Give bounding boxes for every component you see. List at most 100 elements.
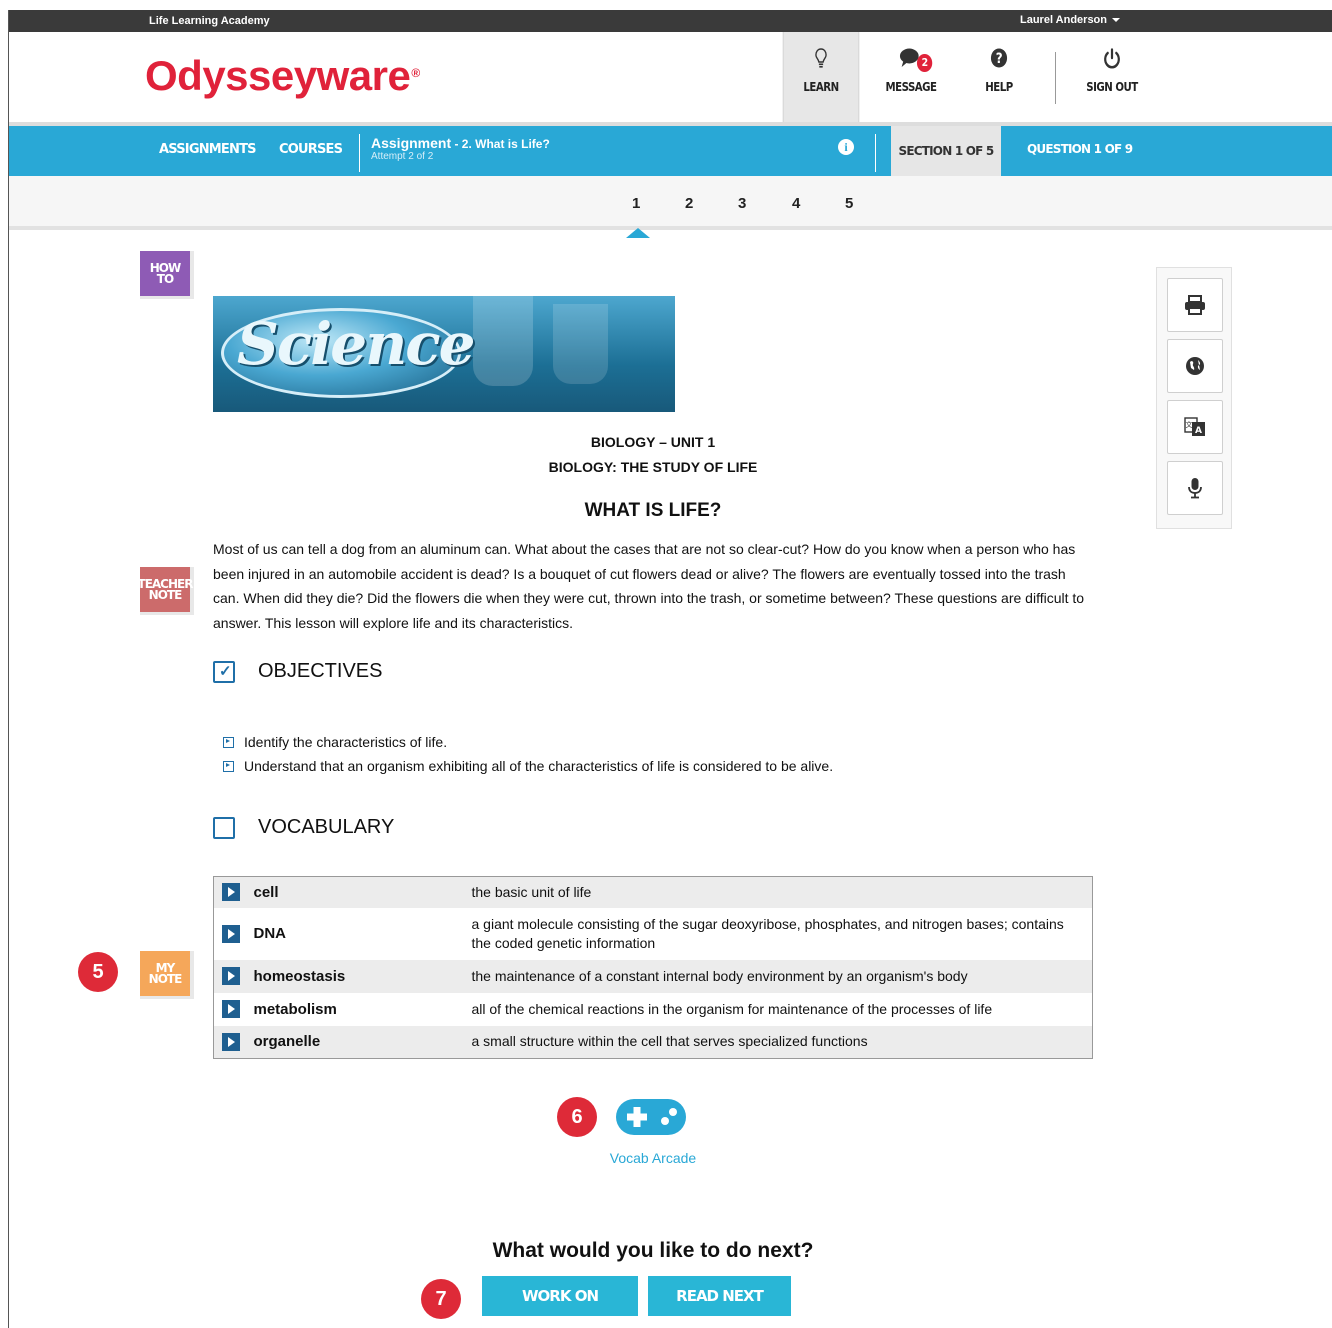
intro-paragraph: Most of us can tell a dog from an alumin… xyxy=(213,541,1085,631)
unit-subtitle: BIOLOGY: THE STUDY OF LIFE xyxy=(548,459,758,475)
vocab-term: metabolism xyxy=(253,992,472,1026)
vocab-definition: a small structure within the cell that s… xyxy=(471,1025,1093,1059)
play-audio-icon[interactable] xyxy=(222,1000,240,1019)
arrow-box-icon xyxy=(223,760,234,772)
section-pager: 1 2 3 4 5 xyxy=(9,176,1332,238)
play-audio-icon[interactable] xyxy=(222,883,240,902)
user-name: Laurel Anderson xyxy=(1020,14,1107,26)
page-3[interactable]: 3 xyxy=(738,195,746,212)
lesson-title: WHAT IS LIFE? xyxy=(584,500,722,521)
assignment-title: Assignment - 2. What is Life? Attempt 2 … xyxy=(371,135,550,162)
bar-divider xyxy=(359,134,360,172)
next-prompt: What would you like to do next? xyxy=(492,1239,814,1262)
vocab-term: DNA xyxy=(253,907,472,960)
vocab-definition: a giant molecule consisting of the sugar… xyxy=(471,907,1093,960)
how-to-button[interactable]: HOW TO xyxy=(140,251,194,299)
page-1[interactable]: 1 xyxy=(632,195,640,212)
question-indicator[interactable]: QUESTION 1 OF 9 xyxy=(1027,142,1133,156)
vocab-arcade-link[interactable]: Vocab Arcade xyxy=(593,1150,713,1166)
vocabulary-heading: VOCABULARY xyxy=(213,816,394,839)
chat-bubble-icon xyxy=(873,32,950,67)
my-note-button[interactable]: MY NOTE xyxy=(140,951,194,999)
active-page-indicator xyxy=(626,228,650,238)
courses-link[interactable]: COURSES xyxy=(279,142,343,157)
callout-5: 5 xyxy=(78,952,118,992)
nav-divider xyxy=(1055,52,1056,104)
question-circle-icon: ? xyxy=(965,32,1033,68)
attempt-count: Attempt 2 of 2 xyxy=(371,151,434,162)
nav-help[interactable]: ? HELP xyxy=(965,32,1033,122)
assignment-bar: ASSIGNMENTS COURSES Assignment - 2. What… xyxy=(9,122,1332,176)
page-4[interactable]: 4 xyxy=(792,195,800,212)
nav-sign-out[interactable]: SIGN OUT xyxy=(1074,32,1151,122)
play-audio-icon[interactable] xyxy=(222,924,240,943)
teacher-note-button[interactable]: TEACHER NOTE xyxy=(138,567,194,615)
nav-message[interactable]: 2 MESSAGE xyxy=(873,32,950,122)
school-name: Life Learning Academy xyxy=(149,15,270,27)
glass-decoration xyxy=(473,296,533,386)
play-audio-icon[interactable] xyxy=(222,967,240,986)
vocab-term: organelle xyxy=(253,1025,472,1059)
info-icon[interactable]: i xyxy=(838,139,854,155)
nav-learn[interactable]: LEARN xyxy=(782,32,860,122)
vocabulary-table: cell the basic unit of life DNA a giant … xyxy=(213,876,1093,1059)
unit-heading: BIOLOGY – UNIT 1 xyxy=(590,434,716,450)
table-row: cell the basic unit of life xyxy=(213,876,1093,908)
odysseyware-logo[interactable]: Odysseyware® xyxy=(145,52,420,100)
svg-text:文: 文 xyxy=(1186,420,1193,429)
page-2[interactable]: 2 xyxy=(685,195,693,212)
glass-decoration xyxy=(553,304,608,384)
lightbulb-icon xyxy=(784,32,859,68)
vocab-definition: all of the chemical reactions in the org… xyxy=(471,992,1093,1026)
print-button[interactable] xyxy=(1167,278,1223,332)
vocab-definition: the basic unit of life xyxy=(471,876,1093,908)
nav-sign-out-label: SIGN OUT xyxy=(1086,80,1138,94)
user-menu[interactable]: Laurel Anderson xyxy=(1020,14,1120,26)
callout-7: 7 xyxy=(421,1279,461,1319)
svg-text:?: ? xyxy=(996,51,1002,67)
globe-icon xyxy=(1186,357,1204,375)
assignments-link[interactable]: ASSIGNMENTS xyxy=(159,142,257,157)
message-count-badge: 2 xyxy=(916,54,933,72)
play-audio-icon[interactable] xyxy=(222,1032,240,1051)
header: Odysseyware® LEARN 2 MESSAGE ? HELP SIGN… xyxy=(9,32,1332,122)
checkbox-checked-icon: ✓ xyxy=(213,660,235,683)
page-5[interactable]: 5 xyxy=(845,195,853,212)
nav-help-label: HELP xyxy=(985,80,1013,94)
science-banner: Science xyxy=(213,296,675,412)
objective-item: Understand that an organism exhibiting a… xyxy=(223,754,833,778)
vocab-term: homeostasis xyxy=(253,959,472,993)
translate-icon: A文 xyxy=(1184,417,1205,436)
nav-message-label: MESSAGE xyxy=(885,80,937,94)
objective-item: Identify the characteristics of life. xyxy=(223,730,833,754)
vocab-definition: the maintenance of a constant internal b… xyxy=(471,959,1093,993)
microphone-icon xyxy=(1188,478,1202,499)
power-icon xyxy=(1074,32,1151,69)
table-row: organelle a small structure within the c… xyxy=(213,1025,1093,1059)
tools-panel: A文 xyxy=(1156,267,1232,529)
banner-word: Science xyxy=(237,310,476,378)
callout-6: 6 xyxy=(557,1097,597,1137)
globe-button[interactable] xyxy=(1167,339,1223,393)
svg-text:A: A xyxy=(1195,426,1202,436)
objectives-heading: ✓ OBJECTIVES xyxy=(213,660,382,683)
nav-learn-label: LEARN xyxy=(803,80,839,94)
vocab-term: cell xyxy=(253,876,472,908)
table-row: homeostasis the maintenance of a constan… xyxy=(213,959,1093,993)
caret-down-icon xyxy=(1112,18,1120,23)
registered-mark: ® xyxy=(411,66,420,80)
objectives-list: Identify the characteristics of life. Un… xyxy=(223,730,833,778)
table-row: metabolism all of the chemical reactions… xyxy=(213,992,1093,1026)
translate-button[interactable]: A文 xyxy=(1167,400,1223,454)
book-icon xyxy=(213,816,235,839)
gamepad-icon[interactable] xyxy=(615,1097,687,1137)
section-indicator[interactable]: SECTION 1 OF 5 xyxy=(891,126,1001,176)
microphone-button[interactable] xyxy=(1167,461,1223,515)
read-next-section-button[interactable]: READ NEXT SECTION xyxy=(648,1276,791,1328)
print-icon xyxy=(1185,295,1205,315)
app-frame: Life Learning Academy Laurel Anderson Od… xyxy=(8,10,1332,1328)
work-on-questions-button[interactable]: WORK ON QUESTIONS xyxy=(482,1276,638,1328)
table-row: DNA a giant molecule consisting of the s… xyxy=(213,907,1093,960)
arrow-box-icon xyxy=(223,736,234,748)
top-bar: Life Learning Academy Laurel Anderson xyxy=(9,10,1332,32)
